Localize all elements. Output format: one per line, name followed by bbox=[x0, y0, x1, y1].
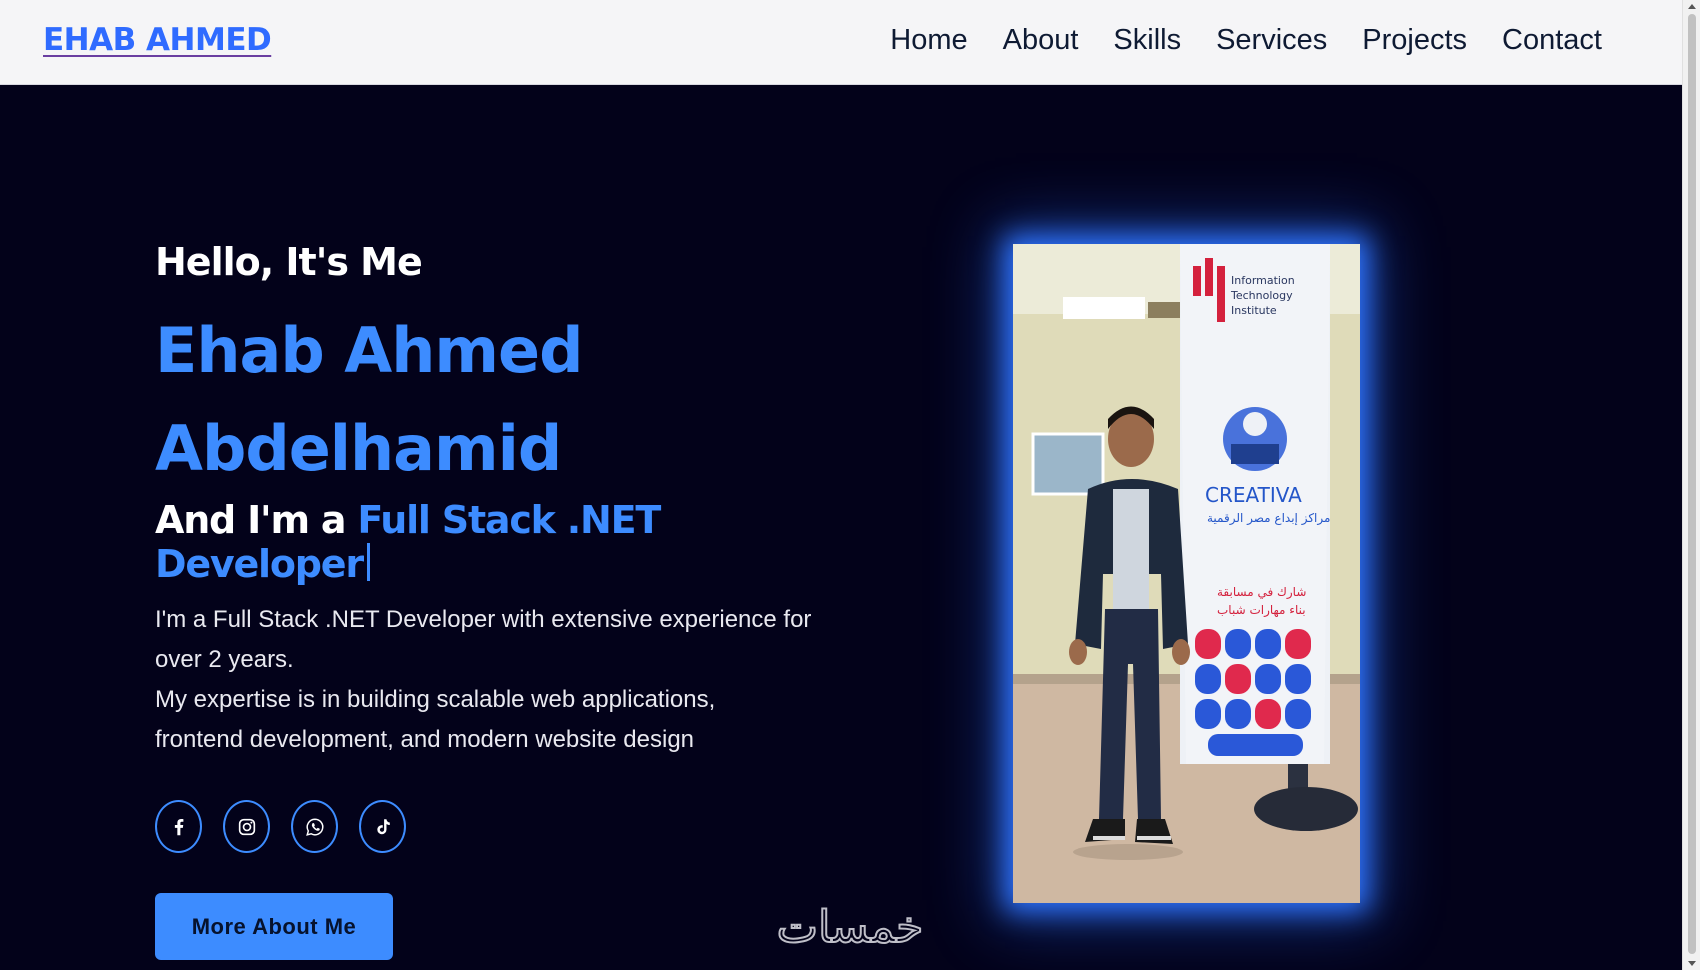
banner-arabic-1: مراكز إبداع مصر الرقمية bbox=[1207, 511, 1330, 526]
tiktok-icon bbox=[376, 818, 390, 834]
banner-text-2: Technology bbox=[1230, 289, 1293, 302]
hero-content: Hello, It's Me Ehab Ahmed Abdelhamid And… bbox=[155, 240, 875, 960]
nav-home[interactable]: Home bbox=[890, 24, 967, 57]
hero-name: Ehab Ahmed Abdelhamid bbox=[155, 302, 875, 498]
role-prefix: And I'm a bbox=[155, 498, 347, 542]
banner-arabic-2: شارك في مسابقة bbox=[1217, 585, 1306, 600]
banner-text-1: Information bbox=[1231, 274, 1295, 287]
navbar: EHAB AHMED Home About Skills Services Pr… bbox=[0, 0, 1682, 85]
scroll-up-arrow[interactable] bbox=[1688, 4, 1696, 9]
whatsapp-icon bbox=[305, 817, 323, 836]
whatsapp-link[interactable] bbox=[291, 800, 338, 853]
description-line-3: My expertise is in building scalable web… bbox=[155, 686, 716, 713]
facebook-icon bbox=[174, 818, 183, 835]
hero-description: I'm a Full Stack .NET Developer with ext… bbox=[155, 600, 875, 760]
scrollbar[interactable] bbox=[1682, 0, 1700, 970]
banner-brand: CREATIVA bbox=[1205, 483, 1302, 507]
greeting: Hello, It's Me bbox=[155, 240, 423, 284]
nav-about[interactable]: About bbox=[1003, 24, 1079, 57]
profile-photo: Information Technology Institute CREATIV… bbox=[1013, 244, 1360, 903]
nav-skills[interactable]: Skills bbox=[1113, 24, 1181, 57]
banner-arabic-3: بناء مهارات شباب bbox=[1217, 603, 1306, 618]
more-about-me-button[interactable]: More About Me bbox=[155, 893, 393, 960]
page: EHAB AHMED Home About Skills Services Pr… bbox=[0, 0, 1682, 970]
logo-link[interactable]: EHAB AHMED bbox=[43, 22, 272, 58]
watermark-text: خمسات bbox=[777, 902, 924, 953]
hero-name-line2: Abdelhamid bbox=[155, 412, 562, 485]
description-line-1: I'm a Full Stack .NET Developer with ext… bbox=[155, 606, 812, 633]
social-links bbox=[155, 800, 875, 853]
banner-text-3: Institute bbox=[1231, 304, 1277, 317]
facebook-link[interactable] bbox=[155, 800, 202, 853]
nav-contact[interactable]: Contact bbox=[1502, 24, 1602, 57]
nav-projects[interactable]: Projects bbox=[1362, 24, 1467, 57]
nav-links: Home About Skills Services Projects Cont… bbox=[890, 24, 1602, 57]
instagram-link[interactable] bbox=[223, 800, 270, 853]
watermark: خمسات bbox=[745, 900, 955, 955]
typing-caret bbox=[366, 543, 370, 581]
tiktok-link[interactable] bbox=[359, 800, 406, 853]
profile-photo-illustration: Information Technology Institute CREATIV… bbox=[1013, 244, 1360, 903]
instagram-icon bbox=[238, 818, 255, 835]
watermark-logo: خمسات bbox=[776, 901, 925, 954]
hero-name-line1: Ehab Ahmed bbox=[155, 314, 583, 387]
role-line: And I'm a Full Stack .NET Developer bbox=[155, 498, 875, 586]
description-line-2: over 2 years. bbox=[155, 646, 294, 673]
scroll-thumb[interactable] bbox=[1688, 14, 1696, 954]
scroll-down-arrow[interactable] bbox=[1688, 961, 1696, 966]
nav-services[interactable]: Services bbox=[1216, 24, 1327, 57]
description-line-4: frontend development, and modern website… bbox=[155, 726, 695, 753]
